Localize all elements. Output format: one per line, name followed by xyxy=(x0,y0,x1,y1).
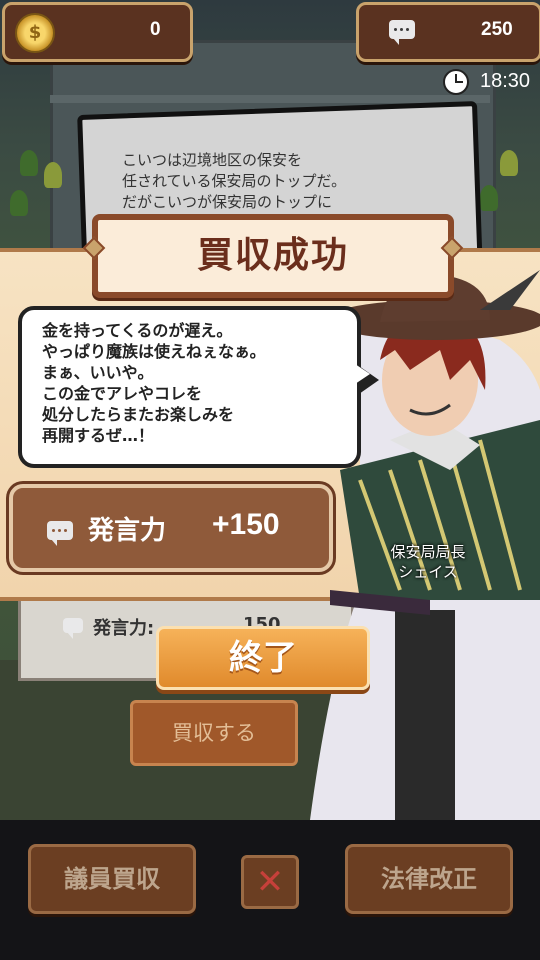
castle-wall-stripe xyxy=(50,95,490,103)
popup-title-plate: 買収成功 xyxy=(92,214,454,298)
speech-bubble-icon xyxy=(389,20,415,45)
clock-icon xyxy=(443,69,469,95)
end-button-label: 終了 xyxy=(229,638,297,678)
speech-bubble-icon xyxy=(47,521,73,546)
coin-icon: $ xyxy=(15,13,55,53)
bribe-button[interactable]: 買収する xyxy=(130,700,298,766)
tree xyxy=(10,190,28,216)
bribe-button-label: 買収する xyxy=(172,721,256,745)
coin-count: 0 xyxy=(150,19,161,40)
speech-bubble-tail xyxy=(355,364,370,384)
reward-box xyxy=(9,484,333,572)
character-speech-text: 金を持ってくるのが遅え。 やっぱり魔族は使えねぇなぁ。 まぁ、いいや。 この金で… xyxy=(42,321,266,445)
close-button[interactable]: ✕ xyxy=(241,855,299,909)
tree xyxy=(480,185,498,211)
tree xyxy=(44,162,62,188)
bribe-member-label: 議員買収 xyxy=(64,865,160,893)
law-reform-button[interactable]: 法律改正 xyxy=(345,844,513,914)
popup-title: 買収成功 xyxy=(196,235,349,276)
end-button[interactable]: 終了 xyxy=(156,626,370,690)
close-icon: ✕ xyxy=(255,862,285,902)
influence-counter: 250 xyxy=(356,2,540,62)
character-name: 保安局局長 シェイス xyxy=(390,543,466,581)
reward-value: +150 xyxy=(212,508,280,541)
tree xyxy=(500,150,518,176)
background-dialog-text: こいつは辺境地区の保安を 任されている保安局のトップだ。 だがこいつが保安局のト… xyxy=(122,151,347,211)
reward-label: 発言力 xyxy=(88,516,167,546)
influence-count: 250 xyxy=(481,19,513,40)
law-reform-label: 法律改正 xyxy=(381,865,477,893)
speech-bubble-icon xyxy=(63,618,83,639)
bribe-member-button[interactable]: 議員買収 xyxy=(28,844,196,914)
coin-counter: $ 0 xyxy=(2,2,193,62)
background-stat-label: 発言力: xyxy=(93,618,155,639)
game-time: 18:30 xyxy=(480,70,531,92)
tree xyxy=(20,150,38,176)
